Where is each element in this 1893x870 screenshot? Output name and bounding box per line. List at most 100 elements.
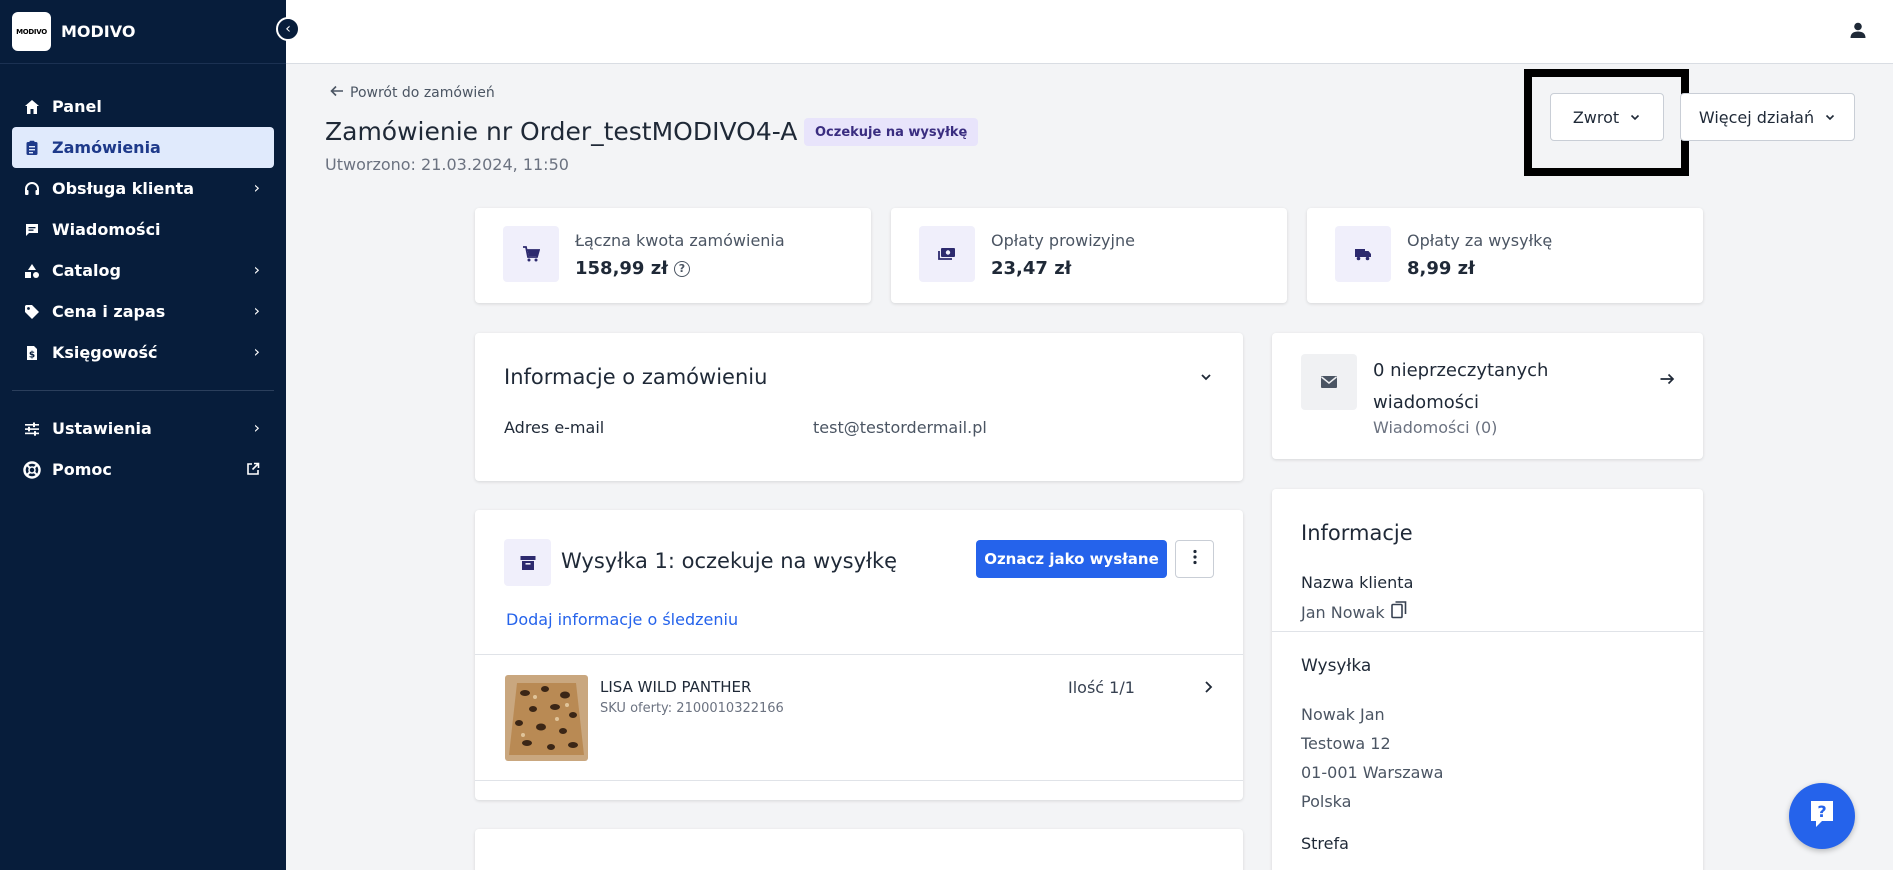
messages-card[interactable]: 0 nieprzeczytanych wiadomości Wiadomości…: [1272, 333, 1703, 459]
order-info-title: Informacje o zamówieniu: [504, 365, 768, 389]
brand[interactable]: MODIVO MODIVO: [0, 0, 286, 64]
page-title: Zamówienie nr Order_testMODIVO4-A: [325, 117, 798, 146]
cart-icon: [503, 226, 559, 282]
sidebar-item-messages[interactable]: Wiadomości: [12, 209, 274, 250]
help-chat-icon: ?: [1808, 799, 1836, 833]
stat-value: 23,47 zł: [991, 258, 1072, 279]
stat-card-commission: Opłaty prowizyjne 23,47 zł: [891, 208, 1287, 303]
sidebar-item-catalog[interactable]: Catalog ›: [12, 250, 274, 291]
headset-icon: [22, 181, 42, 197]
shipping-section-title: Wysyłka: [1301, 656, 1372, 676]
chevron-right-icon: ›: [253, 301, 260, 320]
dollar-doc-icon: $: [22, 345, 42, 361]
address-line: Testowa 12: [1301, 734, 1391, 753]
copy-icon[interactable]: [1390, 601, 1407, 623]
sidebar-item-label: Catalog: [52, 261, 121, 280]
chevron-right-icon[interactable]: [1202, 679, 1214, 698]
sidebar-item-label: Wiadomości: [52, 220, 161, 239]
unread-messages-title: 0 nieprzeczytanych wiadomości: [1373, 355, 1548, 419]
sidebar-item-help[interactable]: Pomoc: [12, 449, 274, 490]
order-info-card: Informacje o zamówieniu Adres e-mail tes…: [475, 333, 1243, 481]
email-label: Adres e-mail: [504, 418, 605, 437]
stat-card-total: Łączna kwota zamówienia 158,99 zł ?: [475, 208, 871, 303]
sidebar-item-label: Księgowość: [52, 343, 158, 362]
kebab-menu-button[interactable]: [1175, 540, 1214, 578]
envelope-icon: [1301, 354, 1357, 410]
sidebar-item-label: Panel: [52, 97, 102, 116]
product-quantity: Ilość 1/1: [1068, 678, 1135, 697]
product-image[interactable]: [505, 675, 588, 761]
divider: [475, 780, 1243, 781]
email-value: test@testordermail.pl: [813, 418, 987, 437]
chat-icon: [22, 222, 42, 238]
help-circle-icon[interactable]: ?: [673, 260, 690, 277]
sidebar-item-settings[interactable]: Ustawienia ›: [12, 408, 274, 449]
top-bar: [286, 0, 1893, 64]
info-panel: Informacje Nazwa klienta Jan Nowak Wysył…: [1272, 489, 1703, 870]
stat-label: Opłaty prowizyjne: [991, 231, 1135, 250]
archive-icon: [504, 539, 551, 586]
sliders-icon: [22, 421, 42, 437]
more-actions-button[interactable]: Więcej działań: [1680, 93, 1855, 141]
sidebar-item-panel[interactable]: Panel: [12, 86, 274, 127]
arrow-left-icon: [330, 84, 344, 102]
sidebar-item-accounting[interactable]: $ Księgowość ›: [12, 332, 274, 373]
zone-section-title: Strefa: [1301, 834, 1349, 853]
user-icon[interactable]: [1849, 21, 1867, 43]
chevron-right-icon: ›: [253, 178, 260, 197]
lifebuoy-icon: [22, 460, 42, 479]
product-name: LISA WILD PANTHER: [600, 678, 752, 696]
svg-text:?: ?: [1817, 802, 1826, 821]
shapes-icon: [22, 263, 42, 279]
stat-label: Łączna kwota zamówienia: [575, 231, 785, 250]
divider: [1272, 631, 1703, 632]
sidebar-item-orders[interactable]: Zamówienia: [12, 127, 274, 168]
stat-value: 8,99 zł: [1407, 258, 1475, 279]
add-tracking-link[interactable]: Dodaj informacje o śledzeniu: [506, 610, 738, 629]
stat-value: 158,99 zł ?: [575, 258, 690, 279]
chevron-right-icon: ›: [253, 342, 260, 361]
sidebar-item-label: Ustawienia: [52, 419, 152, 438]
unread-line-1: 0 nieprzeczytanych: [1373, 360, 1549, 381]
sidebar-item-label: Pomoc: [52, 460, 112, 479]
truck-icon: [1335, 226, 1391, 282]
chevron-right-icon: ›: [253, 418, 260, 437]
messages-subtitle: Wiadomości (0): [1373, 418, 1498, 437]
back-to-orders-link[interactable]: Powrót do zamówień: [330, 84, 495, 102]
unread-line-2: wiadomości: [1373, 392, 1480, 413]
home-icon: [22, 99, 42, 115]
more-actions-label: Więcej działań: [1698, 107, 1815, 127]
details-card-partial: [475, 829, 1243, 870]
customer-name-text: Jan Nowak: [1301, 602, 1385, 622]
customer-name-value: Jan Nowak: [1301, 601, 1407, 623]
created-date: Utworzono: 21.03.2024, 11:50: [325, 155, 569, 174]
sidebar: MODIVO MODIVO Panel Zamówienia Obsługa k…: [0, 0, 286, 870]
brand-logo: MODIVO: [12, 12, 51, 51]
chevron-down-icon[interactable]: [1199, 369, 1213, 388]
clipboard-icon: [22, 140, 42, 156]
sidebar-item-customer-service[interactable]: Obsługa klienta ›: [12, 168, 274, 209]
sidebar-item-label: Zamówienia: [52, 138, 161, 157]
stat-label: Opłaty za wysyłkę: [1407, 231, 1553, 250]
sidebar-divider: [12, 390, 274, 391]
highlight-box: [1524, 69, 1689, 176]
external-link-icon: [246, 461, 260, 480]
kebab-icon: [1192, 549, 1197, 569]
tag-icon: [22, 304, 42, 320]
divider: [475, 654, 1243, 655]
status-badge: Oczekuje na wysyłkę: [804, 118, 979, 146]
back-link-label: Powrót do zamówień: [350, 85, 495, 101]
sidebar-item-label: Obsługa klienta: [52, 179, 195, 198]
sidebar-collapse-button[interactable]: ‹: [276, 17, 300, 41]
sidebar-nav: Panel Zamówienia Obsługa klienta › Wiado…: [0, 64, 286, 490]
address-line: Polska: [1301, 792, 1352, 811]
svg-text:$: $: [29, 350, 35, 360]
arrow-right-icon: [1659, 371, 1675, 391]
sidebar-item-price-stock[interactable]: Cena i zapas ›: [12, 291, 274, 332]
brand-name: MODIVO: [61, 22, 136, 41]
mark-as-sent-button[interactable]: Oznacz jako wysłane: [976, 540, 1167, 578]
info-panel-title: Informacje: [1301, 521, 1413, 545]
shipping-address: Nowak Jan Testowa 12 01-001 Warszawa Pol…: [1301, 700, 1443, 816]
floating-help-button[interactable]: ?: [1789, 783, 1855, 849]
sidebar-item-label: Cena i zapas: [52, 302, 166, 321]
